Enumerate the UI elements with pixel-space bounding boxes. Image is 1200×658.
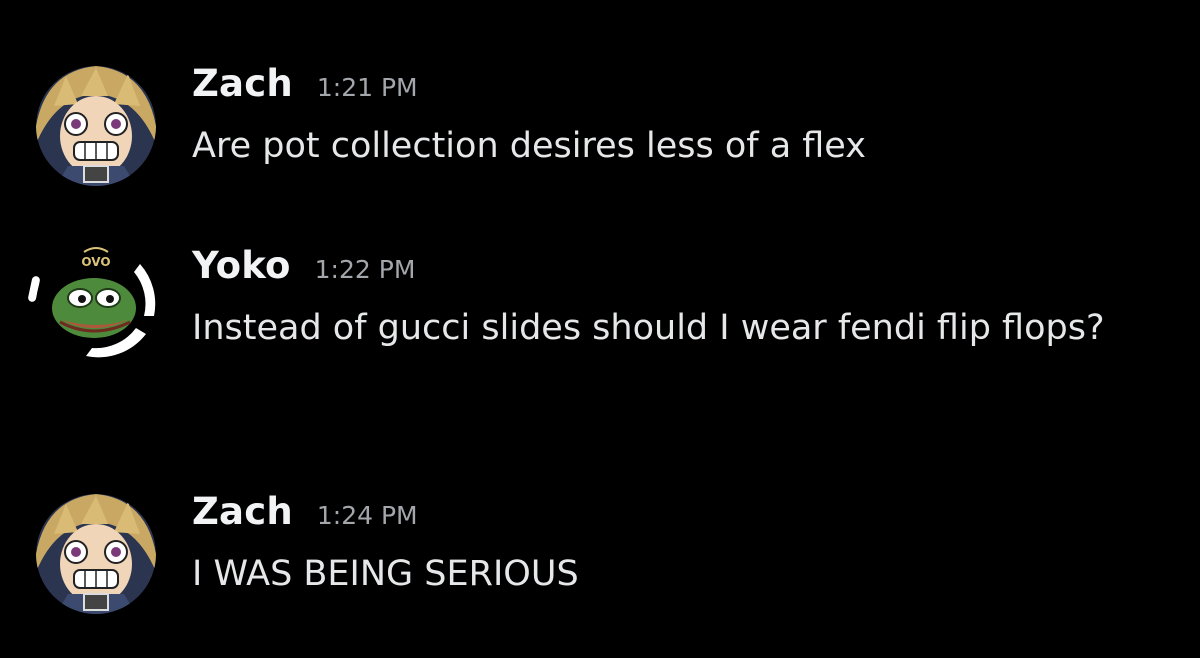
ovo-badge: OVO xyxy=(81,255,110,269)
message-header: Yoko 1:22 PM xyxy=(192,244,1152,300)
pepe-frog-avatar-icon: OVO xyxy=(36,244,156,364)
timestamp: 1:22 PM xyxy=(314,255,416,284)
username[interactable]: Yoko xyxy=(192,244,291,287)
timestamp: 1:21 PM xyxy=(316,73,418,102)
message-text: Are pot collection desires less of a fle… xyxy=(192,126,866,166)
username[interactable]: Zach xyxy=(192,62,293,105)
message-header: Zach 1:24 PM xyxy=(192,490,1152,546)
anime-character-avatar-icon xyxy=(36,66,156,186)
username[interactable]: Zach xyxy=(192,490,293,533)
timestamp: 1:24 PM xyxy=(316,501,418,530)
message-content: Zach 1:21 PM Are pot collection desires … xyxy=(192,62,1152,172)
message-content: Zach 1:24 PM I WAS BEING SERIOUS xyxy=(192,490,1152,600)
avatar[interactable]: OVO xyxy=(36,244,156,364)
message-text: I WAS BEING SERIOUS xyxy=(192,554,579,594)
message-text: Instead of gucci slides should I wear fe… xyxy=(192,308,1105,348)
message-header: Zach 1:21 PM xyxy=(192,62,1152,118)
avatar[interactable] xyxy=(36,66,156,186)
anime-character-avatar-icon xyxy=(36,494,156,614)
chat-log: Zach 1:21 PM Are pot collection desires … xyxy=(0,0,1200,658)
message-content: Yoko 1:22 PM Instead of gucci slides sho… xyxy=(192,244,1152,354)
avatar[interactable] xyxy=(36,494,156,614)
